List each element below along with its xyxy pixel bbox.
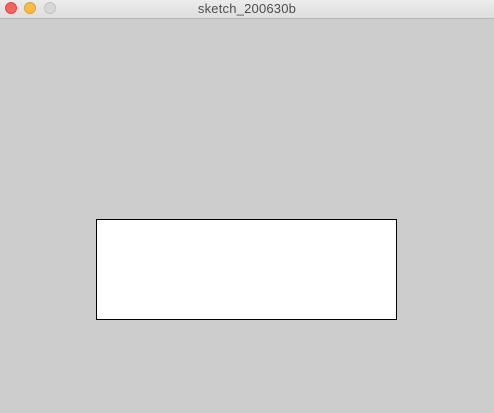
- sketch-canvas[interactable]: [0, 19, 494, 413]
- white-rectangle: [96, 219, 397, 320]
- window-title: sketch_200630b: [197, 1, 297, 16]
- title-bar[interactable]: sketch_200630b: [0, 0, 494, 19]
- app-window: sketch_200630b: [0, 0, 494, 413]
